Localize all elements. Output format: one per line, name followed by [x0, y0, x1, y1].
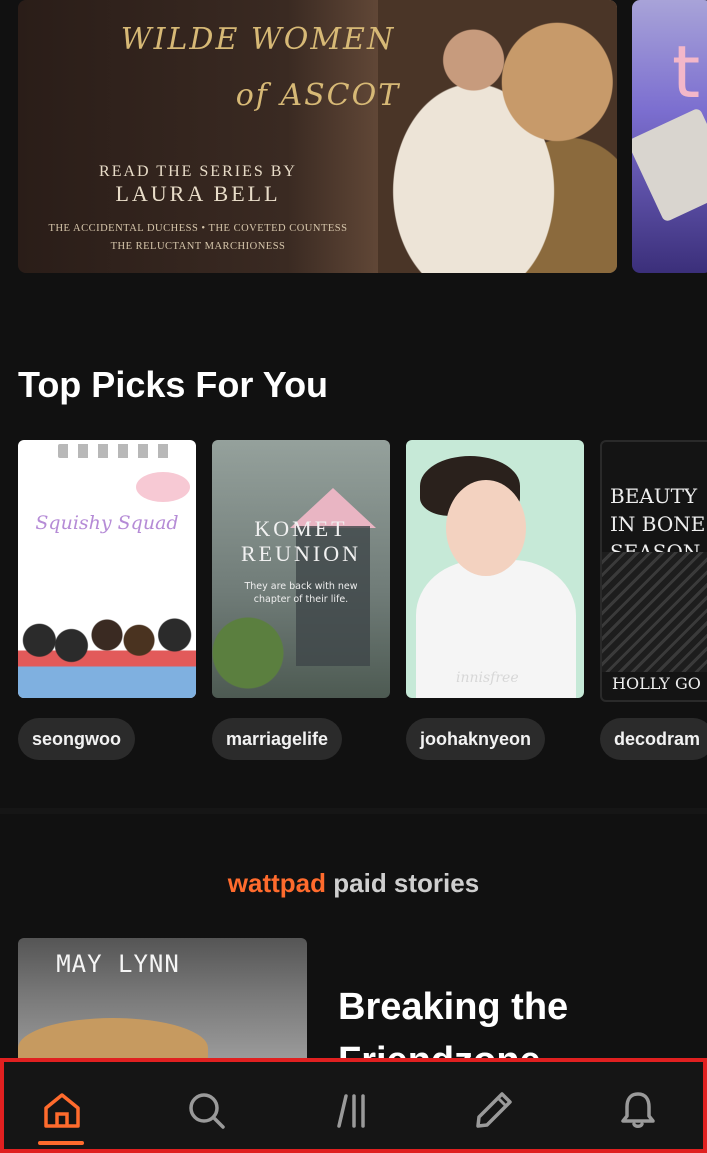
banner-title: WILDE WOMEN of ASCOT	[48, 12, 468, 124]
search-icon	[189, 1093, 225, 1129]
paid-stories-label: paid stories	[326, 868, 480, 898]
banner-author: LAURA BELL	[115, 181, 281, 206]
pencil-icon	[476, 1092, 512, 1128]
nav-home[interactable]	[32, 1080, 92, 1140]
section-title-top-picks: Top Picks For You	[18, 364, 329, 405]
wattpad-wordmark: wattpad	[227, 868, 327, 898]
featured-banner[interactable]: WILDE WOMEN of ASCOT READ THE SERIES BY …	[18, 0, 617, 273]
library-icon	[337, 1094, 365, 1128]
story-cover-3[interactable]: innisfree	[406, 440, 584, 698]
cover-decoration	[212, 608, 302, 698]
bell-icon	[621, 1092, 655, 1128]
story-cover-2[interactable]: KOMET REUNION They are back with new cha…	[212, 440, 390, 698]
cover-author: MAY LYNN	[56, 950, 180, 978]
cover-artwork	[446, 480, 526, 576]
featured-banner-next[interactable]: t	[632, 0, 707, 273]
nav-library[interactable]	[322, 1080, 382, 1140]
nav-search[interactable]	[176, 1080, 236, 1140]
story-cover-1[interactable]: Squishy Squad	[18, 440, 196, 698]
banner-next-letter: t	[672, 30, 701, 114]
cover-decoration	[136, 472, 190, 502]
bottom-navigation	[0, 1058, 707, 1153]
cover-title: Squishy Squad	[35, 512, 179, 534]
banner-books-line1: THE ACCIDENTAL DUCHESS • THE COVETED COU…	[48, 223, 348, 234]
cover-artwork	[18, 1018, 208, 1058]
cover-brand: innisfree	[456, 670, 519, 686]
nav-notifications[interactable]	[608, 1080, 668, 1140]
cover-artwork	[602, 552, 707, 672]
tag-chip[interactable]: decodram	[600, 718, 707, 760]
cover-decoration	[58, 444, 178, 458]
tag-chip[interactable]: marriagelife	[212, 718, 343, 760]
section-title-paid-stories: wattpad paid stories	[0, 868, 707, 899]
cover-author: HOLLY GO	[612, 674, 701, 693]
cover-artwork	[18, 593, 196, 698]
laptop-artwork	[632, 107, 707, 223]
banner-series: READ THE SERIES BY LAURA BELL	[18, 163, 378, 207]
paid-story-cover[interactable]: MAY LYNN	[18, 938, 307, 1058]
banner-series-line1: READ THE SERIES BY	[99, 163, 297, 180]
home-icon	[44, 1093, 80, 1128]
banner-book-list: THE ACCIDENTAL DUCHESS • THE COVETED COU…	[18, 220, 378, 256]
cover-title-line1: KOMET	[254, 516, 348, 541]
tag-chip[interactable]: seongwoo	[18, 718, 135, 760]
nav-write[interactable]	[464, 1080, 524, 1140]
cover-title-line2: REUNION	[241, 541, 361, 566]
cover-subtitle: They are back with new chapter of their …	[244, 581, 358, 605]
banner-books-line2: THE RELUCTANT MARCHIONESS	[110, 241, 286, 252]
banner-title-line2: of ASCOT	[235, 78, 401, 113]
tag-chip[interactable]: joohaknyeon	[406, 718, 546, 760]
banner-title-line1: WILDE WOMEN	[120, 22, 396, 57]
story-cover-4[interactable]: BEAUTY IN BONE SEASON HOLLY GO	[600, 440, 707, 702]
cover-title: KOMET REUNION	[212, 516, 390, 566]
section-divider	[0, 808, 707, 814]
active-tab-indicator	[38, 1141, 84, 1145]
